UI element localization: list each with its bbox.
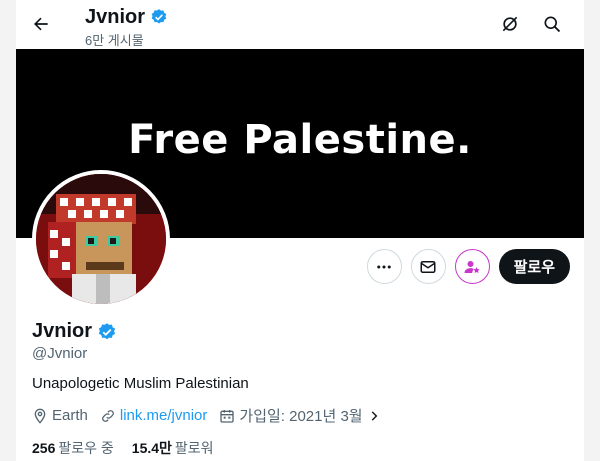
join-date-text: 가입일: 2021년 3월	[239, 408, 363, 425]
profile-bio: Unapologetic Muslim Palestinian	[32, 375, 249, 392]
avatar[interactable]	[32, 170, 170, 308]
profile-handle: @Jvnior	[32, 345, 88, 362]
more-dots-icon	[377, 265, 391, 268]
verified-badge-icon	[151, 9, 167, 24]
message-button[interactable]	[410, 249, 446, 284]
followers-count-link[interactable]: 15.4만 팔로워	[132, 438, 214, 458]
link-icon	[101, 409, 114, 422]
search-button[interactable]	[538, 10, 566, 38]
followers-label: 팔로워	[174, 440, 214, 456]
person-star-icon	[464, 260, 480, 273]
location-pin-icon	[34, 408, 46, 424]
website-link[interactable]: link.me/jvnior	[120, 407, 208, 424]
followers-count: 15.4만	[131, 440, 172, 456]
following-count-link[interactable]: 256 팔로우 중	[32, 438, 114, 458]
header-title: Jvnior	[85, 6, 146, 28]
envelope-icon	[420, 260, 436, 273]
back-button[interactable]	[26, 9, 56, 39]
top-bar: Jvnior 6만 게시물	[16, 0, 584, 49]
profile-page: Jvnior 6만 게시물 Free Palestine. 팔로우 Jvnior…	[16, 0, 584, 461]
profile-actions: 팔로우	[366, 249, 570, 284]
chevron-right-icon	[371, 410, 377, 421]
subscribe-button[interactable]	[454, 249, 490, 284]
following-label: 팔로우 중	[58, 440, 114, 456]
calendar-icon	[220, 409, 235, 423]
website: link.me/jvnior	[100, 407, 208, 424]
grok-icon	[502, 16, 518, 32]
profile-name-row: Jvnior	[32, 320, 117, 343]
post-count: 6만 게시물	[85, 33, 144, 48]
follow-counts: 256 팔로우 중 15.4만 팔로워	[32, 438, 232, 458]
profile-name: Jvnior	[32, 320, 93, 342]
search-icon	[544, 16, 561, 33]
follow-button[interactable]: 팔로우	[498, 249, 570, 284]
grok-button[interactable]	[496, 10, 524, 38]
following-count: 256	[32, 440, 56, 456]
banner-text: Free Palestine.	[128, 116, 472, 163]
profile-meta: Earth link.me/jvnior 가입일: 2021년 3월	[32, 405, 393, 426]
verified-badge-icon[interactable]	[97, 322, 117, 342]
avatar-image	[36, 174, 166, 304]
location: Earth	[32, 407, 88, 424]
join-date[interactable]: 가입일: 2021년 3월	[219, 405, 380, 426]
arrow-left-icon	[34, 17, 48, 31]
header-title-block: Jvnior 6만 게시물	[85, 5, 168, 49]
more-button[interactable]	[366, 249, 402, 284]
location-text: Earth	[52, 407, 88, 424]
